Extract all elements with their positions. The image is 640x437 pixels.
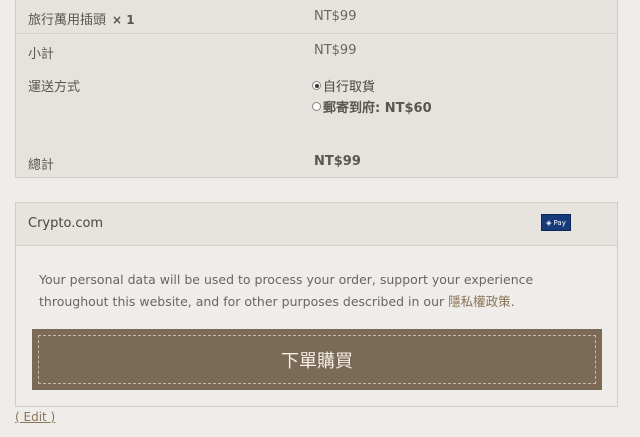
item-name: 旅行萬用插頭 <box>28 13 107 28</box>
radio-unselected-icon[interactable] <box>312 102 321 111</box>
shipping-row: 運送方式 自行取貨 郵寄到府: NT$60 <box>16 63 617 123</box>
payment-box: Crypto.com ◈ Pay Your personal data will… <box>15 202 618 407</box>
payment-method-header[interactable]: Crypto.com ◈ Pay <box>16 203 617 246</box>
shipping-option-label: 自行取貨 <box>323 80 376 95</box>
item-qty: × 1 <box>112 13 135 27</box>
privacy-notice: Your personal data will be used to proce… <box>39 272 534 309</box>
total-row: 總計 NT$99 <box>16 145 617 178</box>
place-order-button[interactable]: 下單購買 <box>32 329 602 390</box>
subtotal-label: 小計 <box>28 47 55 62</box>
payment-method-name: Crypto.com <box>28 216 104 231</box>
privacy-policy-link[interactable]: 隱私權政策 <box>448 294 511 309</box>
edit-link[interactable]: ( Edit ) <box>15 410 55 424</box>
item-row: 旅行萬用插頭 × 1 NT$99 <box>16 0 617 34</box>
item-price: NT$99 <box>314 9 357 24</box>
subtotal-row: 小計 NT$99 <box>16 33 617 63</box>
shipping-option-delivery[interactable]: 郵寄到府: NT$60 <box>312 97 432 116</box>
total-value: NT$99 <box>314 154 361 169</box>
subtotal-value: NT$99 <box>314 43 357 58</box>
place-order-label: 下單購買 <box>38 335 596 384</box>
shipping-option-pickup[interactable]: 自行取貨 <box>312 76 375 95</box>
shipping-label: 運送方式 <box>28 80 81 95</box>
total-label: 總計 <box>28 158 55 173</box>
order-summary: 旅行萬用插頭 × 1 NT$99 小計 NT$99 運送方式 自行取貨 郵寄到府:… <box>15 0 618 178</box>
radio-selected-icon[interactable] <box>312 81 321 90</box>
crypto-logo-icon: ◈ <box>546 218 552 227</box>
shipping-option-label: 郵寄到府: NT$60 <box>323 101 432 116</box>
crypto-pay-logo: ◈ Pay <box>541 214 571 231</box>
